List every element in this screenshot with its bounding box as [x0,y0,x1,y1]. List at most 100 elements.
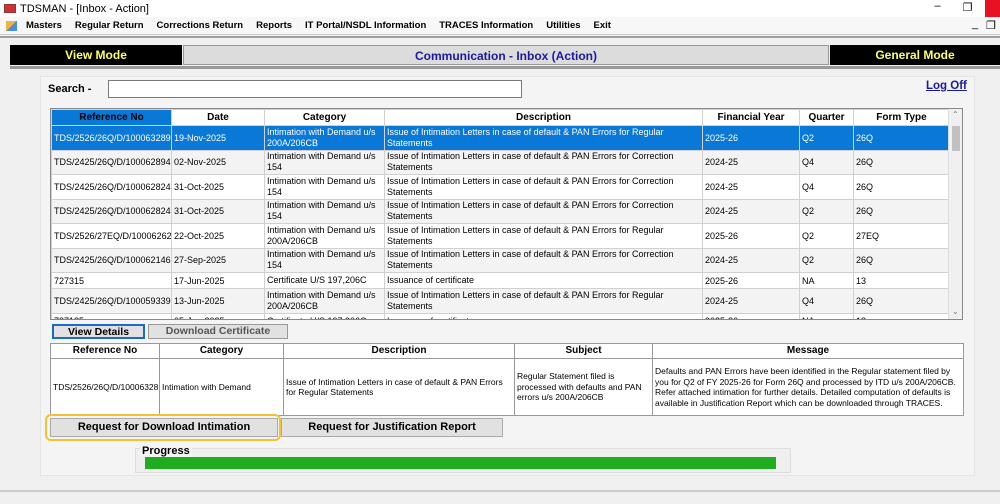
cell-form-type: 13 [853,272,950,289]
cell-reference-no: TDS/2425/26Q/D/10005933912 [51,288,172,314]
window-title: TDSMAN - [Inbox - Action] [20,3,149,15]
cell-description: Issuance of certificate [384,312,703,319]
cell-quarter: Q4 [799,174,854,200]
details-subject: Regular Statement filed is processed wit… [514,358,653,416]
mdi-restore-button[interactable]: ❐ [986,19,996,32]
cell-description: Issue of Intimation Letters in case of d… [384,288,703,314]
column-header-description[interactable]: Description [384,109,703,126]
cell-form-type: 26Q [853,149,950,175]
table-row[interactable]: TDS/2526/26Q/D/10006328993 19-Nov-2025 Int… [51,125,950,151]
cell-date: 13-Jun-2025 [171,288,265,314]
table-row[interactable]: TDS/2425/26Q/D/10006282464 31-Oct-2025 Int… [51,198,950,224]
mdi-icon [6,21,17,31]
log-off-link[interactable]: Log Off [926,80,967,92]
cell-reference-no: TDS/2526/26Q/D/10006328993 [51,125,172,151]
details-message: Defaults and PAN Errors have been identi… [652,358,964,416]
menu-regular-return[interactable]: Regular Return [75,17,144,35]
general-mode-label: General Mode [830,45,1000,65]
cell-reference-no: TDS/2425/26Q/D/10006282464 [51,198,172,224]
details-header-reference-no: Reference No [50,343,160,359]
cell-date: 31-Oct-2025 [171,174,265,200]
cell-quarter: Q2 [799,247,854,273]
table-row[interactable]: 72718505-Jun-2025Certificate U/S 197,206… [51,312,950,319]
cell-quarter: NA [799,312,854,319]
cell-financial-year: 2024-25 [702,174,800,200]
restore-button[interactable]: ❐ [955,1,980,14]
request-justification-report-button[interactable]: Request for Justification Report [281,418,503,437]
cell-date: 27-Sep-2025 [171,247,265,273]
column-header-quarter[interactable]: Quarter [799,109,854,126]
cell-form-type: 26Q [853,174,950,200]
mdi-minimize-button[interactable]: _ [972,18,978,30]
table-row[interactable]: TDS/2425/26Q/D/10006214622 27-Sep-2025 Int… [51,247,950,273]
column-header-financial-year[interactable]: Financial Year [702,109,800,126]
menu-reports[interactable]: Reports [256,17,292,35]
menu-exit[interactable]: Exit [594,17,611,35]
table-row[interactable]: 727315 17-Jun-2025 Certificate U/S 197,206… [51,272,950,289]
grid-scrollbar[interactable]: ⌃ ⌄ [948,109,962,319]
cell-description: Issue of Intimation Letters in case of d… [384,223,703,249]
cell-date: 05-Jun-2025 [171,312,265,319]
cell-description: Issue of Intimation Letters in case of d… [384,149,703,175]
cell-category: Intimation with Demand u/s 200A/206CB [264,223,385,249]
cell-category: Intimation with Demand u/s 200A/206CB [264,288,385,314]
title-bar: TDSMAN - [Inbox - Action] – ❐ [0,0,1000,17]
column-header-form-type[interactable]: Form Type [853,109,950,126]
cell-category: Certificate U/S 197,206C [264,312,385,319]
cell-form-type: 26Q [853,125,950,151]
search-label: Search - [48,83,92,95]
cell-date: 31-Oct-2025 [171,198,265,224]
cell-category: Intimation with Demand u/s 154 [264,198,385,224]
cell-category: Intimation with Demand u/s 154 [264,247,385,273]
scrollbar-thumb[interactable] [952,126,960,151]
menu-utilities[interactable]: Utilities [546,17,580,35]
cell-category: Intimation with Demand u/s 154 [264,149,385,175]
cell-quarter: Q4 [799,288,854,314]
column-header-reference-no[interactable]: Reference No [51,109,172,126]
close-button[interactable] [985,0,1000,17]
scroll-down-icon[interactable]: ⌄ [952,307,959,316]
column-header-date[interactable]: Date [171,109,265,126]
details-header-category: Category [159,343,284,359]
menu-it-portal[interactable]: IT Portal/NSDL Information [305,17,426,35]
cell-financial-year: 2024-25 [702,149,800,175]
inbox-grid: Reference No Date Category Description F… [50,108,963,320]
table-row[interactable]: TDS/2425/26Q/D/10006289404 02-Nov-2025 Int… [51,149,950,175]
cell-form-type: 26Q [853,288,950,314]
details-category: Intimation with Demand [159,358,284,416]
cell-reference-no: 727185 [51,312,172,319]
search-input[interactable] [108,80,522,98]
request-download-intimation-button[interactable]: Request for Download Intimation [50,418,278,437]
cell-financial-year: 2024-25 [702,247,800,273]
progress-track [145,457,776,469]
details-header-message: Message [652,343,964,359]
table-row[interactable]: TDS/2425/26Q/D/10006282453 31-Oct-2025 Int… [51,174,950,200]
cell-financial-year: 2025-26 [702,312,800,319]
menu-corrections-return[interactable]: Corrections Return [157,17,244,35]
column-header-category[interactable]: Category [264,109,385,126]
cell-description: Issuance of certificate [384,272,703,289]
app-icon [4,4,16,13]
cell-quarter: NA [799,272,854,289]
cell-financial-year: 2025-26 [702,223,800,249]
cell-date: 02-Nov-2025 [171,149,265,175]
cell-description: Issue of Intimation Letters in case of d… [384,174,703,200]
table-row[interactable]: TDS/2526/27EQ/D/1000626243322-Oct-2025In… [51,223,950,249]
cell-category: Intimation with Demand u/s 200A/206CB [264,125,385,151]
cell-date: 22-Oct-2025 [171,223,265,249]
scroll-up-icon[interactable]: ⌃ [952,110,959,119]
cell-reference-no: TDS/2425/26Q/D/10006214622 [51,247,172,273]
cell-financial-year: 2024-25 [702,198,800,224]
progress-fill [145,457,776,469]
page-title: Communication - Inbox (Action) [183,45,829,65]
menu-traces[interactable]: TRACES Information [439,17,533,35]
cell-reference-no: TDS/2526/27EQ/D/10006262433 [51,223,172,249]
download-certificate-button[interactable]: Download Certificate [148,324,288,339]
cell-quarter: Q2 [799,223,854,249]
cell-quarter: Q4 [799,149,854,175]
table-row[interactable]: TDS/2425/26Q/D/10005933912 13-Jun-2025 Int… [51,288,950,314]
view-details-button[interactable]: View Details [52,324,145,339]
progress-label: Progress [140,445,192,457]
menu-masters[interactable]: Masters [26,17,62,35]
minimize-button[interactable]: – [925,0,950,12]
